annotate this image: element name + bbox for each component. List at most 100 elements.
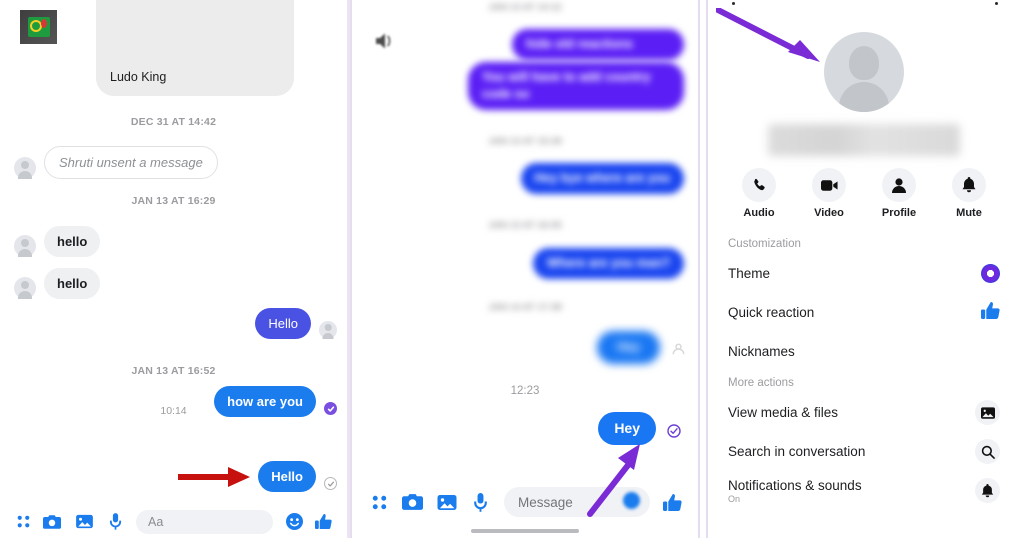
item-label: Quick reaction [728, 305, 815, 320]
game-share-card[interactable]: Ludo King [96, 0, 294, 96]
avatar [14, 157, 36, 179]
item-view-media-files[interactable]: View media & files [708, 393, 1020, 432]
message-row-outgoing-3[interactable]: Hello [258, 461, 337, 492]
section-title-customization: Customization [728, 238, 801, 250]
item-label: Theme [728, 266, 771, 281]
message-row-outgoing-1[interactable]: Hello [255, 308, 337, 339]
microphone-icon[interactable] [100, 513, 130, 530]
day-separator-3: JAN 13 AT 16:52 [131, 365, 216, 377]
thumbs-up-icon[interactable] [658, 493, 686, 512]
apps-grid-icon[interactable] [364, 494, 394, 511]
message-bubble[interactable]: You will have to add country code so [468, 62, 684, 110]
message-bubble[interactable]: hello [44, 226, 101, 257]
seen-by-avatar [319, 321, 337, 339]
overflow-menu-icon[interactable] [995, 2, 998, 5]
item-search-in-conversation[interactable]: Search in conversation [708, 432, 1020, 471]
message-bubble[interactable]: Hey [597, 331, 660, 364]
day-separator-1: JAN 13 AT 14:12 [488, 2, 562, 13]
message-status-tick-ring [667, 424, 681, 443]
bell-icon [952, 168, 986, 202]
photo-icon [975, 400, 1000, 425]
action-mute[interactable]: Mute [941, 168, 997, 219]
message-bubble[interactable]: Hey bye where are you [520, 163, 684, 194]
item-label: View media & files [728, 405, 839, 420]
message-bubble[interactable]: Where are you man? [533, 248, 684, 279]
item-nicknames[interactable]: Nicknames [708, 332, 1020, 371]
thumbs-up-icon[interactable] [309, 513, 337, 530]
purple-annotation-arrow [716, 8, 820, 62]
left-input-placeholder: Aa [148, 514, 164, 529]
game-card-title: Ludo King [110, 70, 167, 84]
left-message-input[interactable]: Aa [136, 509, 273, 534]
message-bubble[interactable]: Hello [258, 461, 316, 492]
ludo-king-app-icon [20, 10, 57, 44]
day-separator-2: JAN 13 AT 16:29 [131, 195, 216, 207]
seen-by-avatar [671, 342, 686, 362]
left-composer-bar[interactable]: Aa [0, 505, 347, 538]
phone-icon [742, 168, 776, 202]
message-bubble[interactable]: hide old reactions [512, 29, 684, 60]
item-label: Notifications & sounds [728, 477, 862, 493]
quick-actions-row: Audio Video Profile Mute [708, 168, 1020, 219]
message-status-tick-hollow [324, 477, 337, 490]
screenshot-root: Ludo King DEC 31 AT 14:42 Shruti unsent … [0, 0, 1024, 538]
camera-icon[interactable] [36, 514, 68, 530]
apps-grid-icon[interactable] [10, 514, 36, 529]
time-separator: 10:14 [160, 405, 187, 417]
action-profile[interactable]: Profile [871, 168, 927, 219]
action-label: Profile [881, 207, 917, 219]
time-separator: 12:23 [510, 385, 540, 397]
photo-icon[interactable] [430, 494, 464, 511]
action-label: Video [814, 207, 844, 219]
middle-input-placeholder: Message [518, 494, 573, 510]
day-separator-2: JAN 13 AT 15:28 [488, 136, 562, 147]
profile-name-redacted [768, 124, 960, 156]
home-indicator-bar [471, 529, 579, 533]
search-icon [975, 439, 1000, 464]
thumbs-up-icon[interactable] [981, 301, 1000, 325]
message-row-unsent[interactable]: Shruti unsent a message [14, 146, 218, 179]
left-chat-panel: Ludo King DEC 31 AT 14:42 Shruti unsent … [0, 0, 347, 538]
microphone-icon[interactable] [464, 492, 496, 512]
speaker-mute-icon [375, 32, 397, 50]
game-share-row: Ludo King [0, 0, 347, 98]
message-row-incoming-2[interactable]: hello [14, 268, 101, 299]
message-bubble[interactable]: Hello [255, 308, 311, 339]
action-label: Mute [956, 207, 982, 219]
red-annotation-arrow [178, 467, 250, 487]
item-theme[interactable]: Theme [708, 254, 1020, 293]
middle-message-thread[interactable]: JAN 13 AT 14:12 hide old reactions You w… [352, 0, 698, 538]
action-label: Audio [743, 207, 775, 219]
section-title-more-actions: More actions [728, 377, 794, 389]
item-quick-reaction[interactable]: Quick reaction [708, 293, 1020, 332]
item-notifications-sounds[interactable]: Notifications & sounds On [708, 471, 1020, 510]
middle-composer-bar[interactable]: Message [352, 482, 698, 522]
avatar [14, 235, 36, 257]
action-video[interactable]: Video [801, 168, 857, 219]
profile-avatar[interactable] [824, 32, 904, 112]
message-bubble[interactable]: hello [44, 268, 101, 299]
camera-icon[interactable] [394, 493, 430, 511]
item-label: Nicknames [728, 344, 795, 359]
photo-icon[interactable] [68, 514, 100, 529]
item-label: Search in conversation [728, 444, 866, 459]
purple-annotation-arrow-middle [587, 444, 640, 517]
person-icon [882, 168, 916, 202]
message-row-incoming-1[interactable]: hello [14, 226, 101, 257]
right-details-panel: Audio Video Profile Mute Customization T… [706, 0, 1020, 538]
middle-chat-panel: JAN 13 AT 14:12 hide old reactions You w… [350, 0, 700, 538]
video-camera-icon [812, 168, 846, 202]
day-separator-3: JAN 13 AT 16:05 [488, 220, 562, 231]
day-separator-1: DEC 31 AT 14:42 [130, 116, 217, 128]
back-arrow-icon[interactable] [732, 2, 735, 5]
theme-color-dot-icon[interactable] [981, 264, 1000, 283]
item-sublabel: On [728, 493, 741, 504]
avatar [14, 277, 36, 299]
action-audio[interactable]: Audio [731, 168, 787, 219]
day-separator-4: JAN 14 AT 17:38 [488, 302, 562, 313]
bell-icon [975, 478, 1000, 503]
message-bubble[interactable]: Shruti unsent a message [44, 146, 218, 179]
emoji-icon[interactable] [279, 513, 309, 530]
left-message-thread[interactable]: Ludo King DEC 31 AT 14:42 Shruti unsent … [0, 0, 347, 505]
profile-header: Audio Video Profile Mute [708, 0, 1020, 232]
